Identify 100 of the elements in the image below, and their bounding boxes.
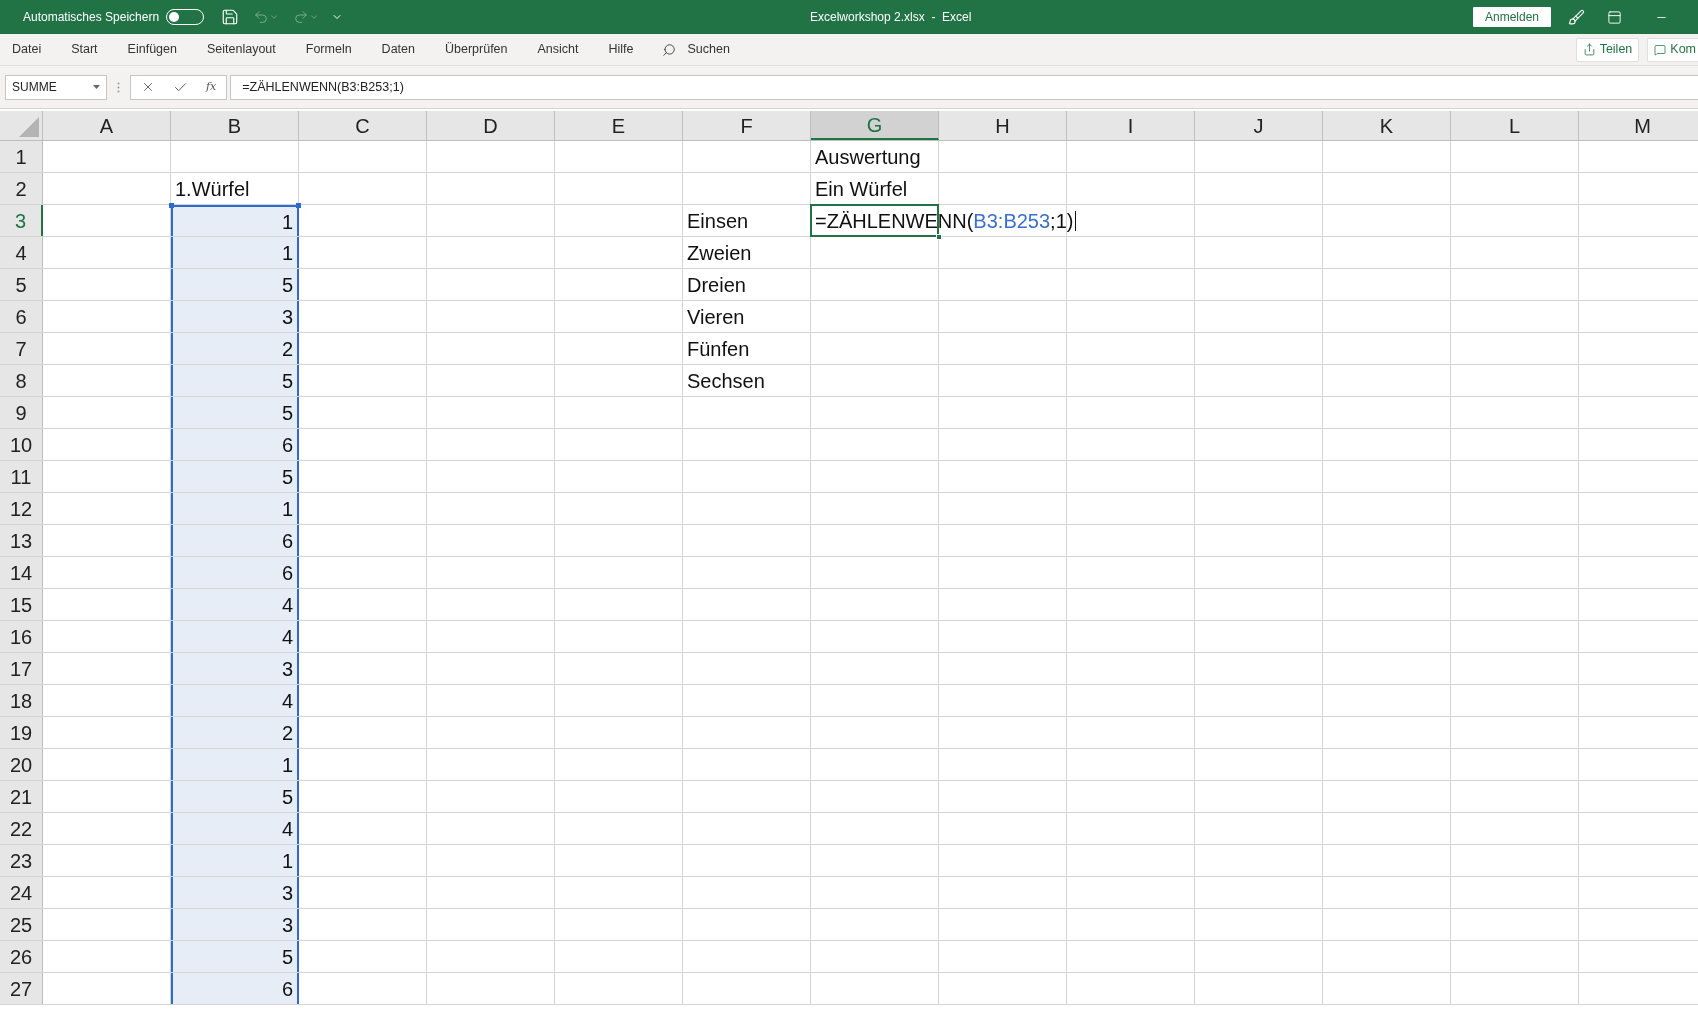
row-header[interactable]: 10 <box>0 429 43 460</box>
cell-value: 1 <box>281 754 293 775</box>
column-header[interactable]: K <box>1323 111 1451 140</box>
share-button[interactable]: Teilen <box>1575 37 1640 62</box>
more-icon[interactable] <box>117 81 120 93</box>
comment-icon <box>1654 43 1667 56</box>
column-header[interactable]: H <box>939 111 1067 140</box>
row-header[interactable]: 5 <box>0 269 43 300</box>
row-header[interactable]: 19 <box>0 717 43 748</box>
row-header[interactable]: 27 <box>0 973 43 1004</box>
cell-value: 5 <box>281 946 293 967</box>
column-header[interactable]: M <box>1579 111 1698 140</box>
cell-value: Zweien <box>687 242 752 263</box>
row-header[interactable]: 11 <box>0 461 43 492</box>
ribbon-tab[interactable]: Seitenlayout <box>196 33 286 66</box>
search-icon <box>661 42 676 57</box>
cell-value: Vieren <box>687 306 745 327</box>
row-header[interactable]: 2 <box>0 173 43 204</box>
window-title: Excelworkshop 2.xlsx - Excel <box>810 9 972 26</box>
row-header[interactable]: 22 <box>0 813 43 844</box>
row-header[interactable]: 23 <box>0 845 43 876</box>
name-box[interactable]: SUMME <box>5 74 107 100</box>
cell-value: 5 <box>281 402 293 423</box>
cell-value: 4 <box>281 626 293 647</box>
column-header[interactable]: J <box>1195 111 1323 140</box>
search-button[interactable]: Suchen <box>661 40 730 59</box>
cell-value: 3 <box>281 914 293 935</box>
cell-value: 3 <box>281 306 293 327</box>
cell-value: 4 <box>281 594 293 615</box>
cell-value: 1 <box>281 850 293 871</box>
sign-in-button[interactable]: Anmelden <box>1472 7 1551 27</box>
row-header[interactable]: 25 <box>0 909 43 940</box>
row-header[interactable]: 13 <box>0 525 43 556</box>
comments-button[interactable]: Kom <box>1647 37 1698 62</box>
ribbon-tab[interactable]: Datei <box>2 33 52 66</box>
insert-function-button[interactable]: fx <box>206 78 217 96</box>
save-icon[interactable] <box>221 8 240 26</box>
column-header[interactable]: L <box>1451 111 1579 140</box>
row-header[interactable]: 16 <box>0 621 43 652</box>
cell-value: 6 <box>281 434 293 455</box>
row-header[interactable]: 1 <box>0 141 43 172</box>
cell-value: 5 <box>281 370 293 391</box>
cell-value: 6 <box>281 562 293 583</box>
cell-value: 5 <box>281 274 293 295</box>
select-all-icon <box>19 117 39 137</box>
ribbon-display-icon[interactable] <box>1607 9 1622 25</box>
column-header[interactable]: G <box>811 111 939 140</box>
formula-input[interactable]: =ZÄHLENWENN(B3:B253;1) <box>230 74 1698 100</box>
cell-value: 2 <box>281 338 293 359</box>
cell-value: 2 <box>281 722 293 743</box>
column-header[interactable]: C <box>299 111 427 140</box>
cell-value: 5 <box>281 466 293 487</box>
row-header[interactable]: 12 <box>0 493 43 524</box>
cell-value: Ein Würfel <box>815 178 908 199</box>
cell-value: 1 <box>281 211 293 232</box>
cell-value: Fünfen <box>687 338 750 359</box>
range-handle[interactable] <box>296 203 301 208</box>
row-header[interactable]: 14 <box>0 557 43 588</box>
row-header[interactable]: 26 <box>0 941 43 972</box>
cell-value: Auswertung <box>815 146 921 167</box>
cell-value: 6 <box>281 530 293 551</box>
row-header[interactable]: 17 <box>0 653 43 684</box>
autosave-label: Automatisches Speichern <box>23 9 160 26</box>
ribbon-tab[interactable]: Daten <box>371 33 425 66</box>
cell-value: 1 <box>281 242 293 263</box>
brush-icon[interactable] <box>1568 8 1585 26</box>
ribbon-tab[interactable]: Hilfe <box>598 33 644 66</box>
row-header[interactable]: 8 <box>0 365 43 396</box>
dropdown-caret-icon <box>93 85 100 89</box>
ribbon-tab[interactable]: Überprüfen <box>434 33 518 66</box>
column-header[interactable]: B <box>171 111 299 140</box>
column-header[interactable]: E <box>555 111 683 140</box>
column-header[interactable]: I <box>1067 111 1195 140</box>
cancel-icon[interactable] <box>141 80 155 94</box>
row-header[interactable]: 7 <box>0 333 43 364</box>
row-header[interactable]: 21 <box>0 781 43 812</box>
row-header[interactable]: 15 <box>0 589 43 620</box>
row-header[interactable]: 4 <box>0 237 43 268</box>
ribbon-tab[interactable]: Einfügen <box>117 33 187 66</box>
row-header[interactable]: 24 <box>0 877 43 908</box>
row-header[interactable]: 6 <box>0 301 43 332</box>
column-header[interactable]: A <box>43 111 171 140</box>
range-handle[interactable] <box>169 203 174 208</box>
ribbon-tab[interactable]: Formeln <box>295 33 362 66</box>
cell-value: 4 <box>281 690 293 711</box>
row-header[interactable]: 20 <box>0 749 43 780</box>
cell-value: 1 <box>281 498 293 519</box>
fill-handle[interactable] <box>936 234 942 240</box>
column-header[interactable]: D <box>427 111 555 140</box>
cell-value: 1.Würfel <box>175 178 250 199</box>
row-header[interactable]: 18 <box>0 685 43 716</box>
cell-value: Dreien <box>687 274 746 295</box>
cell-value: Einsen <box>687 210 749 231</box>
cell-value: 4 <box>281 818 293 839</box>
cell-value: 3 <box>281 882 293 903</box>
ribbon-tab[interactable]: Start <box>61 33 108 66</box>
ribbon-tab[interactable]: Ansicht <box>527 33 589 66</box>
row-header[interactable]: 3 <box>0 205 43 236</box>
row-header[interactable]: 9 <box>0 397 43 428</box>
share-icon <box>1582 43 1596 56</box>
